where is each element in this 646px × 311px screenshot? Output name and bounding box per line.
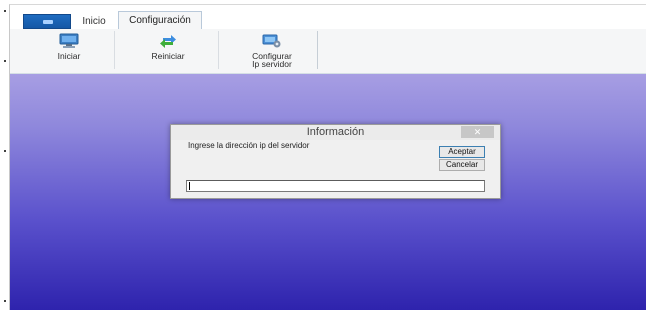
ribbon-separator bbox=[218, 31, 219, 69]
ribbon-tab-strip: Inicio Configuración bbox=[10, 5, 646, 30]
main-content-area: Información ✕ Ingrese la dirección ip de… bbox=[10, 74, 646, 310]
edge-mark bbox=[4, 10, 6, 12]
window-left-edge bbox=[0, 0, 9, 311]
tab-configuracion[interactable]: Configuración bbox=[118, 11, 202, 30]
iniciar-button[interactable]: Iniciar bbox=[45, 31, 93, 71]
application-menu-button[interactable] bbox=[23, 14, 71, 29]
refresh-arrows-icon bbox=[160, 35, 176, 48]
cancelar-button[interactable]: Cancelar bbox=[439, 159, 485, 171]
reiniciar-button[interactable]: Reiniciar bbox=[141, 31, 195, 71]
ribbon-panel: Iniciar Reiniciar Configurar Ip servidor bbox=[10, 29, 646, 74]
text-caret bbox=[189, 182, 190, 190]
edge-mark bbox=[4, 150, 6, 152]
close-icon[interactable]: ✕ bbox=[461, 126, 494, 138]
tab-inicio[interactable]: Inicio bbox=[72, 14, 116, 30]
ribbon-separator bbox=[317, 31, 318, 69]
configurar-label-line2: Ip servidor bbox=[252, 59, 292, 69]
edge-mark bbox=[4, 300, 6, 302]
reiniciar-label: Reiniciar bbox=[151, 51, 185, 61]
edge-mark bbox=[4, 60, 6, 62]
dialog-title: Información bbox=[306, 126, 365, 138]
iniciar-label: Iniciar bbox=[57, 51, 81, 61]
network-config-icon bbox=[262, 34, 281, 48]
configurar-ip-servidor-button[interactable]: Configurar Ip servidor bbox=[241, 31, 303, 71]
server-ip-input[interactable] bbox=[186, 180, 485, 192]
app-menu-icon bbox=[43, 20, 53, 24]
aceptar-button[interactable]: Aceptar bbox=[439, 146, 485, 158]
dialog-prompt: Ingrese la dirección ip del servidor bbox=[188, 141, 310, 150]
dialog-title-bar[interactable]: Información bbox=[171, 125, 500, 140]
monitor-icon bbox=[59, 33, 79, 48]
informacion-dialog: Información ✕ Ingrese la dirección ip de… bbox=[170, 124, 501, 199]
application-window: Inicio Configuración Iniciar Reiniciar C… bbox=[9, 4, 646, 310]
ribbon-separator bbox=[114, 31, 115, 69]
